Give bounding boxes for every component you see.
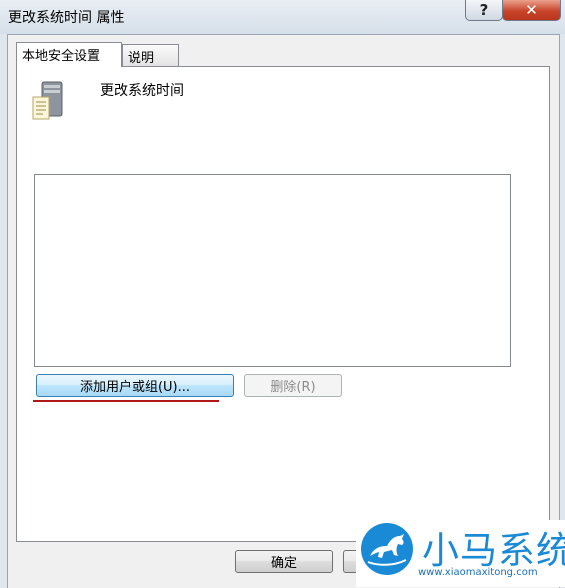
remove-button[interactable]: 删除(R) [244, 374, 342, 397]
horse-logo-icon [361, 523, 413, 575]
tab-panel: 更改系统时间 添加用户或组(U)... 删除(R) [16, 66, 550, 542]
tab-label: 本地安全设置 [22, 49, 101, 64]
policy-name: 更改系统时间 [100, 83, 184, 99]
close-button[interactable]: ✕ [502, 0, 561, 21]
close-icon: ✕ [525, 1, 538, 19]
window-title: 更改系统时间 属性 [8, 10, 125, 26]
members-list[interactable] [34, 174, 511, 367]
properties-dialog: 本地安全设置 说明 更改系统时间 添加用户或组(U)... 删除(R) 确定 [7, 34, 560, 588]
add-user-or-group-button[interactable]: 添加用户或组(U)... [36, 374, 234, 397]
watermark-url: www.xiaomaxitong.com [418, 567, 538, 578]
ok-button[interactable]: 确定 [235, 550, 333, 573]
tab-local-security-setting[interactable]: 本地安全设置 [16, 42, 122, 67]
tab-explain[interactable]: 说明 [122, 44, 179, 66]
tab-label: 说明 [128, 51, 155, 66]
title-bar: 更改系统时间 属性 ? ✕ [0, 0, 565, 34]
help-button[interactable]: ? [465, 0, 503, 21]
watermark: 小马系统 www.xiaomaxitong.com [356, 520, 565, 587]
highlight-underline [33, 400, 219, 402]
server-policy-icon [32, 81, 63, 120]
help-icon: ? [479, 1, 489, 19]
watermark-title: 小马系统 [422, 529, 565, 572]
